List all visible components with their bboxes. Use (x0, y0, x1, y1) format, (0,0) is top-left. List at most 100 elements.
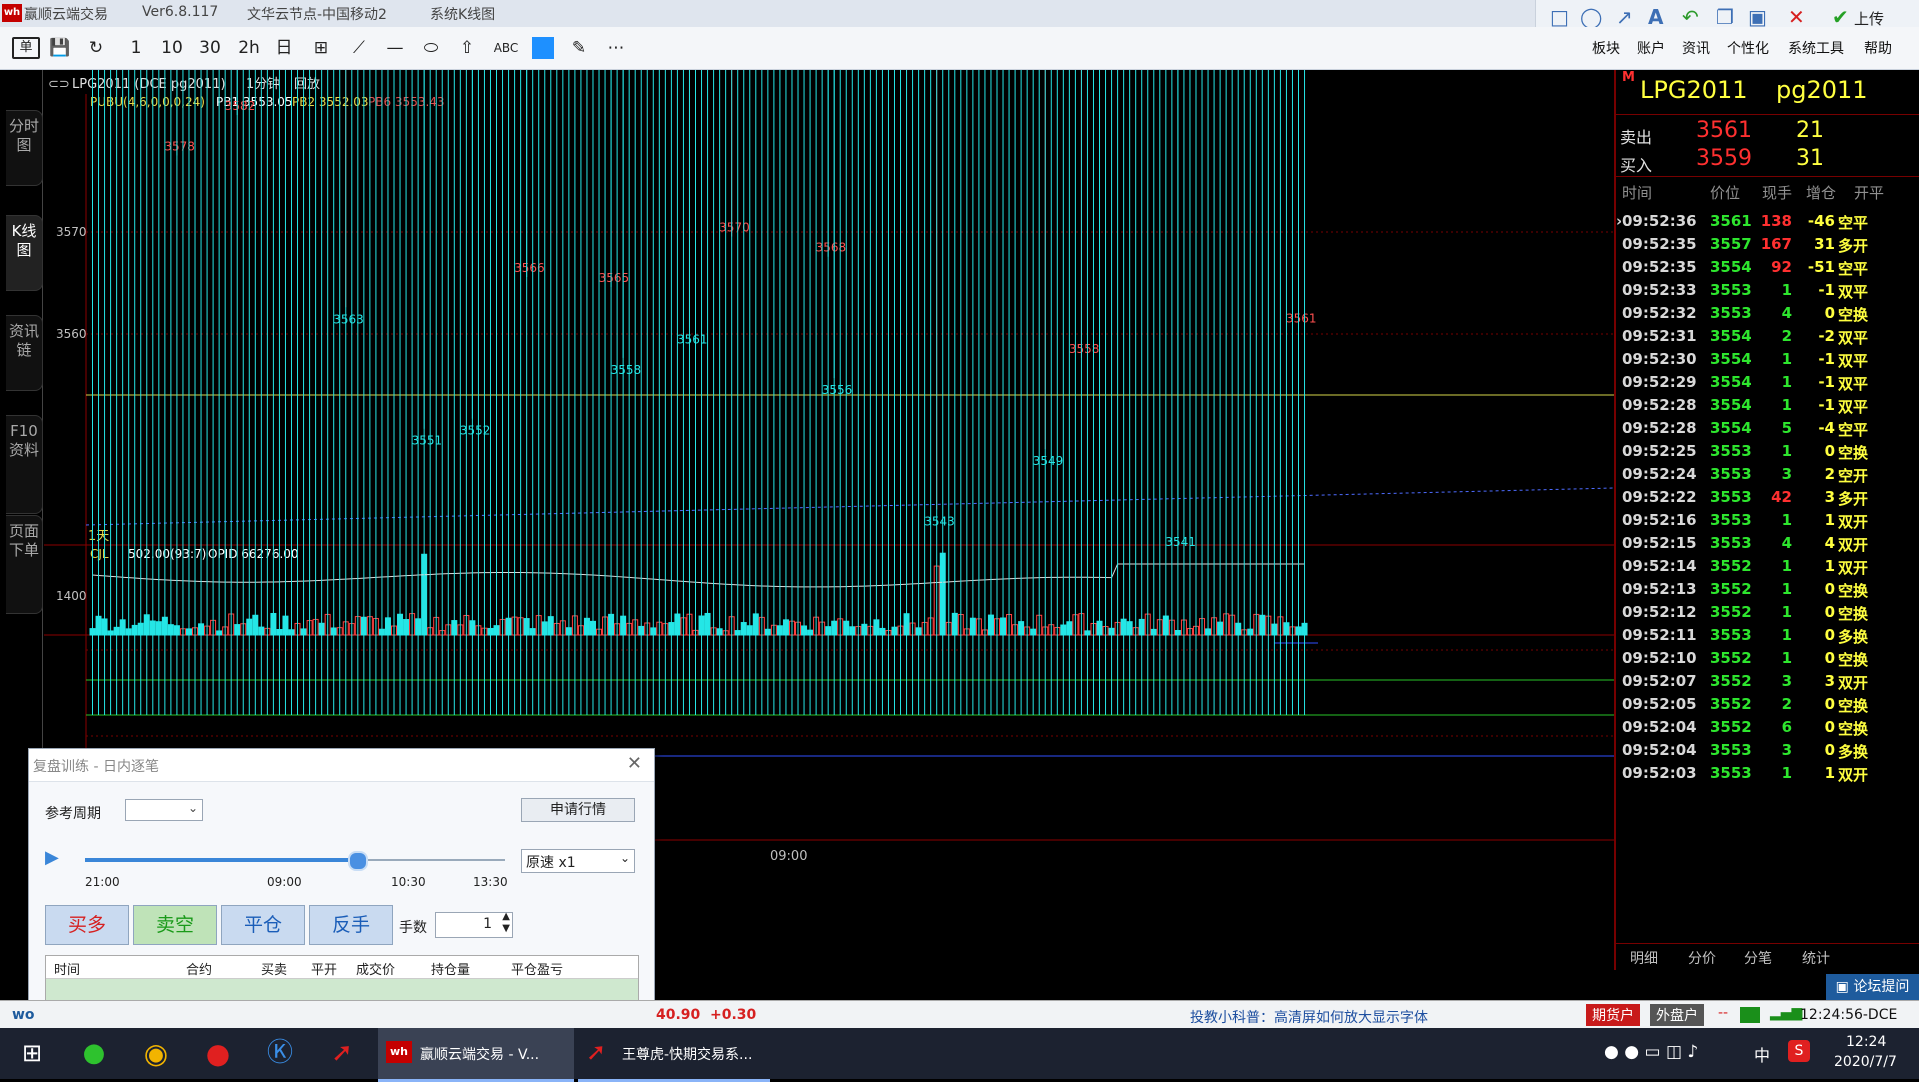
speed-select[interactable]: 原速 x1 ⌄ (521, 849, 635, 873)
tab-trades[interactable]: 分笔 (1744, 948, 1772, 968)
tab-detail[interactable]: 明细 (1630, 948, 1658, 968)
app-version: Ver6.8.117 (142, 4, 219, 20)
ellipse-tool-icon[interactable]: ⬭ (420, 37, 442, 59)
ime-indicator[interactable]: 中 (1754, 1042, 1770, 1066)
tab-price[interactable]: 分价 (1688, 948, 1716, 968)
layout-grid-icon[interactable]: ⊞ (310, 37, 332, 59)
buy-price[interactable]: 3559 (1696, 146, 1752, 171)
menu-system-tools[interactable]: 系统工具 (1788, 38, 1844, 58)
menu-personalize[interactable]: 个性化 (1727, 38, 1769, 58)
windows-start-icon[interactable]: ⊞ (14, 1028, 50, 1079)
tick-price: 3553 (1710, 626, 1752, 644)
tick-price: 3553 (1710, 465, 1752, 483)
tick-time: 09:52:31 (1622, 327, 1697, 345)
task-wenhua[interactable]: wh 赢顺云端交易 - V... (378, 1028, 574, 1082)
tick-time: 09:52:30 (1622, 350, 1697, 368)
tick-oi-change: 2 (1824, 465, 1835, 483)
up-arrow-icon[interactable]: ⇧ (456, 37, 478, 59)
k-app-icon[interactable]: Ⓚ (262, 1028, 298, 1079)
menu-news[interactable]: 资讯 (1682, 38, 1710, 58)
request-quote-button[interactable]: 申请行情 (521, 798, 635, 822)
period-2h-button[interactable]: 2h (236, 37, 262, 59)
time-tick: 13:30 (473, 875, 508, 889)
arrow-icon[interactable]: ↗ (1616, 6, 1633, 28)
period-10-button[interactable]: 10 (160, 37, 184, 59)
lots-stepper[interactable]: 1 ▲ ▼ (435, 911, 513, 938)
progress-handle[interactable] (348, 851, 368, 871)
chevron-up-icon[interactable]: ▲ (502, 911, 510, 922)
tick-price: 3553 (1710, 511, 1752, 529)
refresh-icon[interactable]: ↻ (84, 37, 108, 59)
wechat-icon[interactable]: ● (76, 1028, 112, 1079)
quote-code: pg2011 (1776, 76, 1868, 104)
tick-time: 09:52:36 (1622, 212, 1697, 230)
play-icon[interactable]: ▶ (45, 847, 59, 868)
chevron-down-icon: ⌄ (619, 851, 630, 865)
close-icon[interactable]: ✕ (627, 753, 642, 774)
toolbar: 单 💾 ↻ 1 10 30 2h 日 ⊞ ⟋ — ⬭ ⇧ ABC ✎ ⋯ (0, 27, 1919, 70)
buy-volume: 31 (1796, 146, 1824, 171)
futures-account-button[interactable]: 期货户 (1586, 1004, 1640, 1026)
status-time: 12:24:56-DCE (1800, 1007, 1898, 1023)
period-30-button[interactable]: 30 (196, 37, 224, 59)
more-icon[interactable]: ⋯ (604, 37, 628, 59)
menu-help[interactable]: 帮助 (1864, 38, 1892, 58)
nav-kline[interactable]: K线图 (6, 215, 43, 291)
task-kuaiqi[interactable]: ➚ 王尊虎-快期交易系... (578, 1028, 770, 1082)
tray-icons[interactable]: ● ● ▭ ◫ ♪ (1604, 1042, 1698, 1062)
tick-volume: 92 (1771, 258, 1792, 276)
tick-time: 09:52:04 (1622, 718, 1697, 736)
indicator-name: PUBU(4,6,0,0,0,24) (90, 95, 205, 109)
tick-time: 09:52:29 (1622, 373, 1697, 391)
forum-button[interactable]: ▣ 论坛提问 (1826, 974, 1919, 1000)
arrow-app-icon[interactable]: ➚ (324, 1028, 360, 1079)
ref-period-select[interactable]: ⌄ (125, 799, 203, 821)
tick-time: 09:52:10 (1622, 649, 1697, 667)
color-picker-icon[interactable] (532, 37, 554, 59)
ellipse-icon[interactable]: ◯ (1580, 6, 1602, 28)
close-position-button[interactable]: 平仓 (221, 905, 305, 945)
draw-line-icon[interactable]: ⟋ (348, 37, 370, 59)
save-icon[interactable]: 💾 (48, 37, 72, 59)
order-icon[interactable]: 单 (12, 37, 40, 59)
tick-time: 09:52:28 (1622, 419, 1697, 437)
tick-price: 3554 (1710, 419, 1752, 437)
horizontal-line-icon[interactable]: — (384, 37, 406, 59)
tick-price: 3554 (1710, 396, 1752, 414)
tick-oi-change: -2 (1818, 327, 1835, 345)
nav-info-chain[interactable]: 资讯链 (6, 315, 43, 391)
app-title: 赢顺云端交易 (24, 7, 108, 23)
close-icon[interactable]: ✕ (1788, 6, 1805, 28)
menu-sector[interactable]: 板块 (1592, 38, 1620, 58)
clock-time: 12:24 (1846, 1034, 1887, 1050)
save-icon[interactable]: ▣ (1748, 6, 1767, 28)
outer-account-button[interactable]: 外盘户 (1650, 1004, 1704, 1026)
text-tool-icon[interactable]: ABC (492, 37, 520, 59)
nav-intraday[interactable]: 分时图 (6, 110, 43, 186)
nav-order[interactable]: 页面下单 (6, 515, 43, 614)
status-tip[interactable]: 投教小科普：高清屏如何放大显示字体 (1190, 1007, 1428, 1027)
tick-time: 09:52:12 (1622, 603, 1697, 621)
sell-price[interactable]: 3561 (1696, 118, 1752, 143)
tab-stats[interactable]: 统计 (1802, 948, 1830, 968)
sell-short-button[interactable]: 卖空 (133, 905, 217, 945)
copy-icon[interactable]: ❐ (1716, 6, 1734, 28)
sogou-icon[interactable]: S (1788, 1040, 1810, 1062)
text-icon[interactable]: A (1648, 6, 1663, 28)
tick-time: 09:52:15 (1622, 534, 1697, 552)
check-icon[interactable]: ✔ (1832, 6, 1849, 28)
app-red-icon[interactable]: ● (200, 1028, 236, 1079)
eraser-icon[interactable]: ✎ (568, 37, 590, 59)
nav-f10[interactable]: F10资料 (6, 415, 43, 514)
period-1-button[interactable]: 1 (128, 37, 144, 59)
chrome-icon[interactable]: ◉ (138, 1028, 174, 1079)
vol-tick: 1400 (56, 589, 87, 603)
period-day-button[interactable]: 日 (274, 37, 294, 59)
chevron-down-icon[interactable]: ▼ (502, 923, 510, 934)
rectangle-icon[interactable]: □ (1550, 6, 1569, 28)
undo-icon[interactable]: ↶ (1682, 6, 1699, 28)
menu-account[interactable]: 账户 (1637, 38, 1665, 58)
reverse-button[interactable]: 反手 (309, 905, 393, 945)
buy-long-button[interactable]: 买多 (45, 905, 129, 945)
tick-volume: 167 (1760, 235, 1792, 253)
